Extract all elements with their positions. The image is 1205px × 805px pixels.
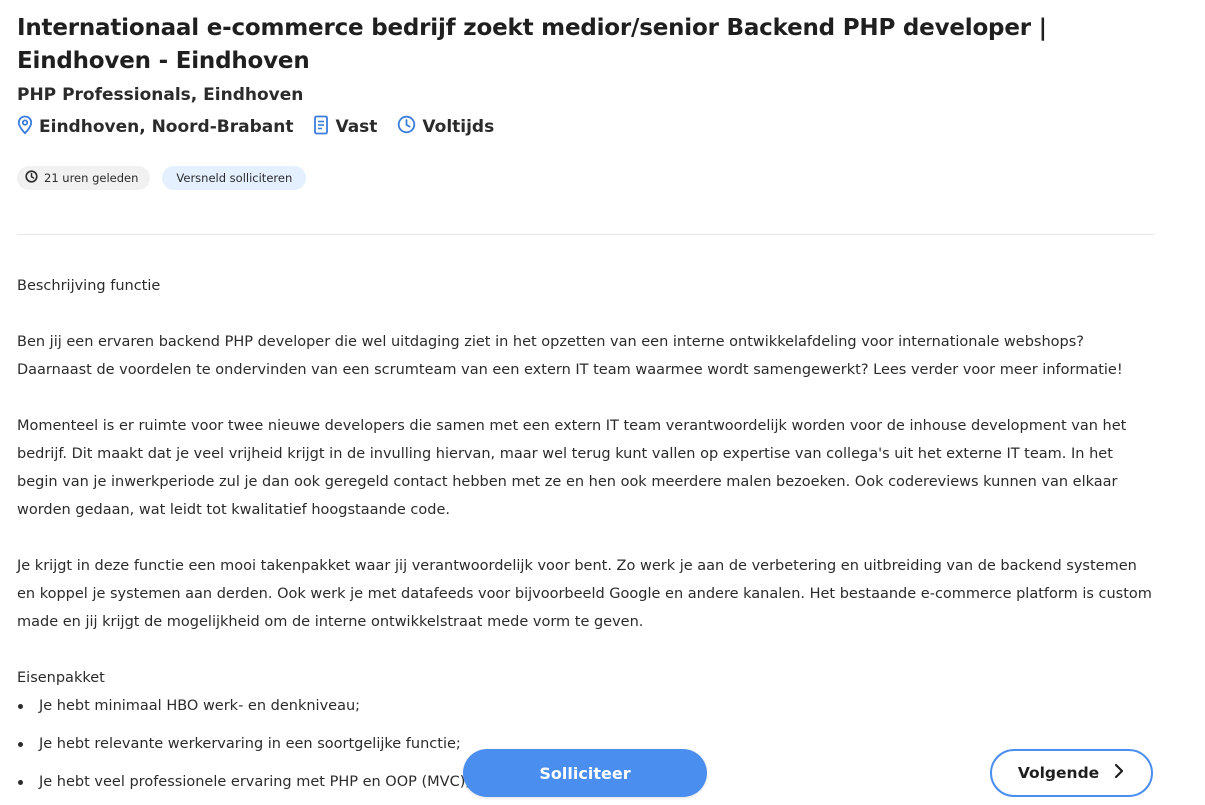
list-item: Je hebt minimaal HBO werk- en denkniveau… bbox=[17, 692, 1154, 730]
job-location-text: Eindhoven, Noord-Brabant bbox=[39, 117, 294, 137]
quick-apply-badge: Versneld solliciteren bbox=[162, 166, 307, 190]
clock-icon bbox=[25, 170, 44, 186]
job-description: Beschrijving functie Ben jij een ervaren… bbox=[17, 272, 1154, 805]
company-name: PHP Professionals, Eindhoven bbox=[17, 85, 304, 105]
job-detail-page: Internationaal e-commerce bedrijf zoekt … bbox=[0, 0, 1205, 805]
apply-button[interactable]: Solliciteer bbox=[463, 749, 707, 797]
description-paragraph: Momenteel is er ruimte voor twee nieuwe … bbox=[17, 418, 1127, 518]
job-contract-text: Vast bbox=[335, 117, 378, 137]
document-icon bbox=[313, 115, 335, 140]
job-contract: Vast bbox=[313, 115, 377, 140]
job-location: Eindhoven, Noord-Brabant bbox=[17, 115, 293, 140]
job-meta: Eindhoven, Noord-Brabant Vast Voltijds bbox=[17, 115, 1154, 139]
description-paragraph: Je krijgt in deze functie een mooi taken… bbox=[17, 558, 1152, 630]
job-title: Internationaal e-commerce bedrijf zoekt … bbox=[17, 15, 1047, 74]
clock-icon bbox=[397, 115, 422, 139]
requirements-heading: Eisenpakket bbox=[17, 670, 105, 686]
posted-badge-text: 21 uren geleden bbox=[44, 171, 139, 185]
posted-badge: 21 uren geleden bbox=[17, 166, 151, 190]
apply-button-label: Solliciteer bbox=[539, 763, 631, 783]
job-badges: 21 uren geleden Versneld solliciteren bbox=[17, 166, 1154, 190]
job-hours-text: Voltijds bbox=[422, 117, 495, 137]
next-button-label: Volgende bbox=[1017, 764, 1100, 782]
job-hours: Voltijds bbox=[397, 115, 494, 139]
job-detail-content: Internationaal e-commerce bedrijf zoekt … bbox=[17, 0, 1154, 805]
next-button[interactable]: Volgende bbox=[990, 749, 1153, 797]
chevron-right-icon bbox=[1099, 763, 1125, 783]
map-pin-icon bbox=[17, 115, 39, 140]
quick-apply-badge-text: Versneld solliciteren bbox=[176, 171, 293, 185]
description-paragraph: Ben jij een ervaren backend PHP develope… bbox=[17, 334, 1123, 378]
divider bbox=[17, 234, 1154, 235]
description-heading: Beschrijving functie bbox=[17, 278, 161, 294]
